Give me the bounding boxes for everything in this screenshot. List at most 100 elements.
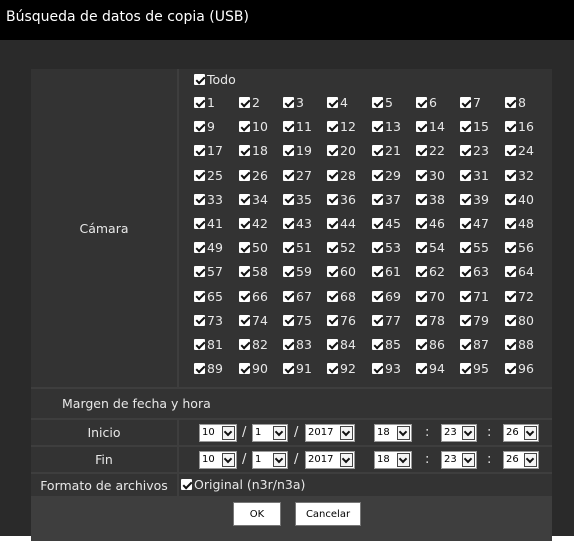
camera-6-checkbox[interactable]: 6 xyxy=(416,95,437,110)
camera-33-checkbox[interactable]: 33 xyxy=(194,192,223,207)
camera-63-checkbox[interactable]: 63 xyxy=(460,264,489,279)
camera-46-checkbox[interactable]: 46 xyxy=(416,216,445,231)
camera-24-checkbox[interactable]: 24 xyxy=(505,143,534,158)
camera-55-checkbox[interactable]: 55 xyxy=(460,240,489,255)
start-minute-select[interactable]: 23 xyxy=(441,424,477,442)
camera-88-checkbox[interactable]: 88 xyxy=(505,337,534,352)
camera-17-checkbox[interactable]: 17 xyxy=(194,143,223,158)
camera-38-checkbox[interactable]: 38 xyxy=(416,192,445,207)
camera-54-checkbox[interactable]: 54 xyxy=(416,240,445,255)
end-second-select[interactable]: 26 xyxy=(503,451,539,469)
camera-4-checkbox[interactable]: 4 xyxy=(327,95,348,110)
start-year-select[interactable]: 2017 xyxy=(305,424,355,442)
file-format-checkbox[interactable]: Original (n3r/n3a) xyxy=(181,477,305,492)
camera-95-checkbox[interactable]: 95 xyxy=(460,361,489,376)
camera-27-checkbox[interactable]: 27 xyxy=(283,168,312,183)
camera-37-checkbox[interactable]: 37 xyxy=(372,192,401,207)
camera-22-checkbox[interactable]: 22 xyxy=(416,143,445,158)
camera-13-checkbox[interactable]: 13 xyxy=(372,119,401,134)
camera-77-checkbox[interactable]: 77 xyxy=(372,313,401,328)
camera-73-checkbox[interactable]: 73 xyxy=(194,313,223,328)
camera-11-checkbox[interactable]: 11 xyxy=(283,119,312,134)
camera-29-checkbox[interactable]: 29 xyxy=(372,168,401,183)
camera-7-checkbox[interactable]: 7 xyxy=(460,95,481,110)
camera-76-checkbox[interactable]: 76 xyxy=(327,313,356,328)
camera-67-checkbox[interactable]: 67 xyxy=(283,289,312,304)
end-year-select[interactable]: 2017 xyxy=(305,451,355,469)
camera-71-checkbox[interactable]: 71 xyxy=(460,289,489,304)
camera-60-checkbox[interactable]: 60 xyxy=(327,264,356,279)
camera-93-checkbox[interactable]: 93 xyxy=(372,361,401,376)
camera-79-checkbox[interactable]: 79 xyxy=(460,313,489,328)
camera-19-checkbox[interactable]: 19 xyxy=(283,143,312,158)
camera-62-checkbox[interactable]: 62 xyxy=(416,264,445,279)
camera-34-checkbox[interactable]: 34 xyxy=(239,192,268,207)
camera-83-checkbox[interactable]: 83 xyxy=(283,337,312,352)
camera-15-checkbox[interactable]: 15 xyxy=(460,119,489,134)
camera-82-checkbox[interactable]: 82 xyxy=(239,337,268,352)
cancel-button[interactable]: Cancelar xyxy=(295,502,361,526)
ok-button[interactable]: OK xyxy=(233,502,281,526)
camera-41-checkbox[interactable]: 41 xyxy=(194,216,223,231)
camera-80-checkbox[interactable]: 80 xyxy=(505,313,534,328)
camera-65-checkbox[interactable]: 65 xyxy=(194,289,223,304)
camera-20-checkbox[interactable]: 20 xyxy=(327,143,356,158)
end-day-select[interactable]: 10 xyxy=(199,451,237,469)
camera-28-checkbox[interactable]: 28 xyxy=(327,168,356,183)
camera-39-checkbox[interactable]: 39 xyxy=(460,192,489,207)
camera-68-checkbox[interactable]: 68 xyxy=(327,289,356,304)
camera-12-checkbox[interactable]: 12 xyxy=(327,119,356,134)
camera-94-checkbox[interactable]: 94 xyxy=(416,361,445,376)
camera-74-checkbox[interactable]: 74 xyxy=(239,313,268,328)
camera-25-checkbox[interactable]: 25 xyxy=(194,168,223,183)
camera-90-checkbox[interactable]: 90 xyxy=(239,361,268,376)
camera-44-checkbox[interactable]: 44 xyxy=(327,216,356,231)
camera-92-checkbox[interactable]: 92 xyxy=(327,361,356,376)
camera-42-checkbox[interactable]: 42 xyxy=(239,216,268,231)
camera-47-checkbox[interactable]: 47 xyxy=(460,216,489,231)
end-minute-select[interactable]: 23 xyxy=(441,451,477,469)
camera-89-checkbox[interactable]: 89 xyxy=(194,361,223,376)
camera-5-checkbox[interactable]: 5 xyxy=(372,95,393,110)
camera-21-checkbox[interactable]: 21 xyxy=(372,143,401,158)
camera-10-checkbox[interactable]: 10 xyxy=(239,119,268,134)
camera-81-checkbox[interactable]: 81 xyxy=(194,337,223,352)
camera-96-checkbox[interactable]: 96 xyxy=(505,361,534,376)
camera-58-checkbox[interactable]: 58 xyxy=(239,264,268,279)
camera-3-checkbox[interactable]: 3 xyxy=(283,95,304,110)
camera-26-checkbox[interactable]: 26 xyxy=(239,168,268,183)
start-month-select[interactable]: 1 xyxy=(252,424,288,442)
camera-64-checkbox[interactable]: 64 xyxy=(505,264,534,279)
camera-18-checkbox[interactable]: 18 xyxy=(239,143,268,158)
camera-all-checkbox[interactable]: Todo xyxy=(194,72,236,87)
camera-35-checkbox[interactable]: 35 xyxy=(283,192,312,207)
camera-86-checkbox[interactable]: 86 xyxy=(416,337,445,352)
camera-69-checkbox[interactable]: 69 xyxy=(372,289,401,304)
start-second-select[interactable]: 26 xyxy=(503,424,539,442)
camera-59-checkbox[interactable]: 59 xyxy=(283,264,312,279)
camera-23-checkbox[interactable]: 23 xyxy=(460,143,489,158)
camera-40-checkbox[interactable]: 40 xyxy=(505,192,534,207)
camera-48-checkbox[interactable]: 48 xyxy=(505,216,534,231)
camera-87-checkbox[interactable]: 87 xyxy=(460,337,489,352)
camera-85-checkbox[interactable]: 85 xyxy=(372,337,401,352)
camera-43-checkbox[interactable]: 43 xyxy=(283,216,312,231)
end-month-select[interactable]: 1 xyxy=(252,451,288,469)
camera-91-checkbox[interactable]: 91 xyxy=(283,361,312,376)
camera-78-checkbox[interactable]: 78 xyxy=(416,313,445,328)
start-hour-select[interactable]: 18 xyxy=(374,424,412,442)
camera-49-checkbox[interactable]: 49 xyxy=(194,240,223,255)
camera-30-checkbox[interactable]: 30 xyxy=(416,168,445,183)
camera-51-checkbox[interactable]: 51 xyxy=(283,240,312,255)
camera-66-checkbox[interactable]: 66 xyxy=(239,289,268,304)
camera-8-checkbox[interactable]: 8 xyxy=(505,95,526,110)
camera-45-checkbox[interactable]: 45 xyxy=(372,216,401,231)
camera-31-checkbox[interactable]: 31 xyxy=(460,168,489,183)
start-day-select[interactable]: 10 xyxy=(199,424,237,442)
camera-1-checkbox[interactable]: 1 xyxy=(194,95,215,110)
camera-57-checkbox[interactable]: 57 xyxy=(194,264,223,279)
camera-75-checkbox[interactable]: 75 xyxy=(283,313,312,328)
camera-16-checkbox[interactable]: 16 xyxy=(505,119,534,134)
camera-14-checkbox[interactable]: 14 xyxy=(416,119,445,134)
camera-61-checkbox[interactable]: 61 xyxy=(372,264,401,279)
